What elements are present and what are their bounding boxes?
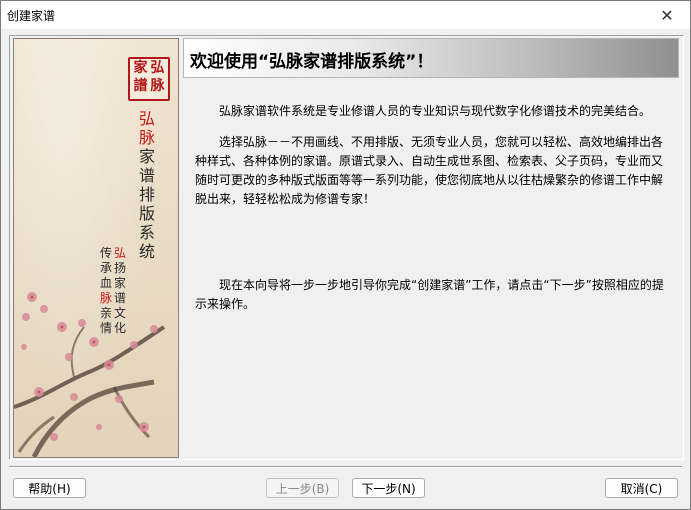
intro-paragraph-1: 弘脉家谱软件系统是专业修谱人员的专业知识与现代数字化修谱技术的完美结合。	[219, 104, 652, 118]
help-button[interactable]: 帮助(H)	[13, 478, 86, 498]
previous-step-button[interactable]: 上一步(B)	[266, 478, 339, 498]
side-decoration-panel: 家弘 譜脉 弘 脉 家 谱 排 版 系 统 传 承 血 脉 亲 情 弘 扬 家 …	[13, 38, 179, 458]
plum-blossom-branch-illustration	[14, 292, 166, 457]
welcome-heading: 欢迎使用“弘脉家谱排版系统”！	[190, 52, 434, 72]
cancel-button[interactable]: 取消(C)	[605, 478, 678, 498]
seal-stamp: 家弘 譜脉	[128, 57, 170, 101]
button-separator	[9, 466, 682, 468]
window-title: 创建家谱	[7, 9, 56, 23]
next-step-button[interactable]: 下一步(N)	[352, 478, 425, 498]
welcome-banner: 欢迎使用“弘脉家谱排版系统”！	[183, 38, 679, 78]
vertical-product-title: 弘 脉 家 谱 排 版 系 统	[138, 109, 155, 261]
intro-paragraph-2: 选择弘脉－－不用画线、不用排版、无须专业人员，您就可以轻松、高效地编排出各种样式…	[195, 135, 664, 206]
intro-paragraph-3: 现在本向导将一步一步地引导你完成“创建家谱”工作，请点击“下一步”按照相应的提示…	[195, 278, 664, 311]
title-bar: 创建家谱 ✕	[1, 1, 690, 29]
close-icon[interactable]: ✕	[644, 1, 690, 29]
